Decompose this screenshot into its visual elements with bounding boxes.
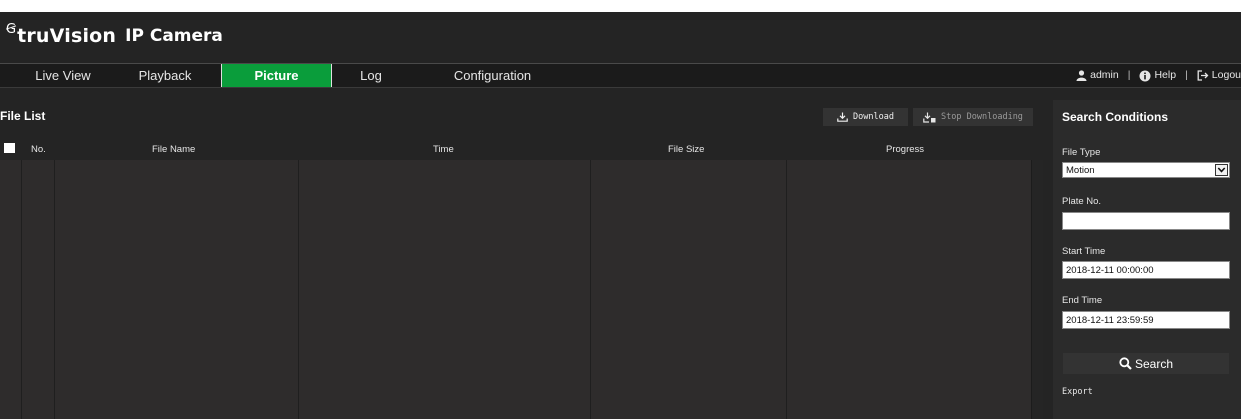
chevron-down-icon bbox=[1215, 164, 1228, 176]
tab-picture[interactable]: Picture bbox=[221, 64, 332, 87]
tab-live-view[interactable]: Live View bbox=[20, 64, 106, 87]
stop-download-icon bbox=[923, 112, 936, 123]
search-conditions-title: Search Conditions bbox=[1062, 110, 1169, 124]
logout-label: Logou bbox=[1211, 69, 1241, 81]
column-divider bbox=[786, 160, 787, 419]
download-icon bbox=[837, 112, 848, 122]
tab-configuration[interactable]: Configuration bbox=[440, 64, 545, 87]
end-time-input[interactable]: 2018-12-11 23:59:59 bbox=[1062, 311, 1230, 329]
search-button[interactable]: Search bbox=[1063, 353, 1229, 374]
brand-mark-icon: Ꞡ bbox=[6, 21, 17, 37]
stop-downloading-button[interactable]: Stop Downloading bbox=[913, 108, 1033, 126]
info-icon bbox=[1139, 70, 1151, 81]
column-divider bbox=[298, 160, 299, 419]
column-divider bbox=[590, 160, 591, 419]
tab-playback[interactable]: Playback bbox=[110, 64, 220, 87]
table-header: No. File Name Time File Size Progress bbox=[0, 140, 1040, 160]
stop-downloading-label: Stop Downloading bbox=[941, 112, 1023, 122]
user-toolbar: admin | Help | Logou bbox=[1076, 64, 1241, 87]
column-file-name: File Name bbox=[152, 144, 196, 155]
logout-icon bbox=[1197, 70, 1209, 81]
brand-logo: Ꞡ truVision IP Camera bbox=[6, 16, 223, 56]
user-account[interactable]: admin bbox=[1076, 64, 1119, 87]
separator: | bbox=[1185, 69, 1188, 81]
help-link[interactable]: Help bbox=[1139, 64, 1176, 87]
main-nav: Live View Playback Picture Log Configura… bbox=[0, 63, 1241, 88]
file-type-select[interactable]: Motion bbox=[1062, 162, 1230, 178]
help-label: Help bbox=[1154, 69, 1177, 81]
user-icon bbox=[1076, 70, 1087, 81]
logout-link[interactable]: Logou bbox=[1197, 64, 1241, 87]
username: admin bbox=[1090, 69, 1119, 81]
column-divider bbox=[54, 160, 55, 419]
file-type-label: File Type bbox=[1062, 147, 1101, 158]
search-label: Search bbox=[1134, 356, 1174, 371]
column-time: Time bbox=[433, 144, 454, 155]
export-button[interactable]: Export bbox=[1062, 387, 1093, 397]
start-time-input[interactable]: 2018-12-11 00:00:00 bbox=[1062, 261, 1230, 279]
column-progress: Progress bbox=[886, 144, 925, 155]
file-table-body bbox=[0, 160, 1043, 419]
search-conditions-panel: Search Conditions File Type Motion Plate… bbox=[1053, 100, 1241, 419]
product-name: IP Camera bbox=[125, 26, 223, 46]
column-file-size: File Size bbox=[668, 144, 705, 155]
plate-no-label: Plate No. bbox=[1062, 196, 1102, 207]
file-list-title: File List bbox=[0, 109, 46, 123]
brand-name: truVision bbox=[17, 25, 117, 47]
column-no: No. bbox=[31, 144, 46, 155]
separator: | bbox=[1127, 69, 1131, 81]
download-button[interactable]: Download bbox=[823, 108, 908, 126]
column-divider bbox=[21, 160, 22, 419]
download-label: Download bbox=[853, 112, 894, 122]
start-time-label: Start Time bbox=[1062, 246, 1106, 257]
search-icon bbox=[1119, 357, 1132, 370]
table-scrollbar[interactable] bbox=[1031, 160, 1043, 419]
plate-no-input[interactable] bbox=[1062, 212, 1230, 230]
app-window: Ꞡ truVision IP Camera Live View Playback… bbox=[0, 12, 1241, 419]
end-time-label: End Time bbox=[1062, 295, 1103, 306]
file-type-value: Motion bbox=[1066, 165, 1095, 176]
tab-log[interactable]: Log bbox=[350, 64, 392, 87]
